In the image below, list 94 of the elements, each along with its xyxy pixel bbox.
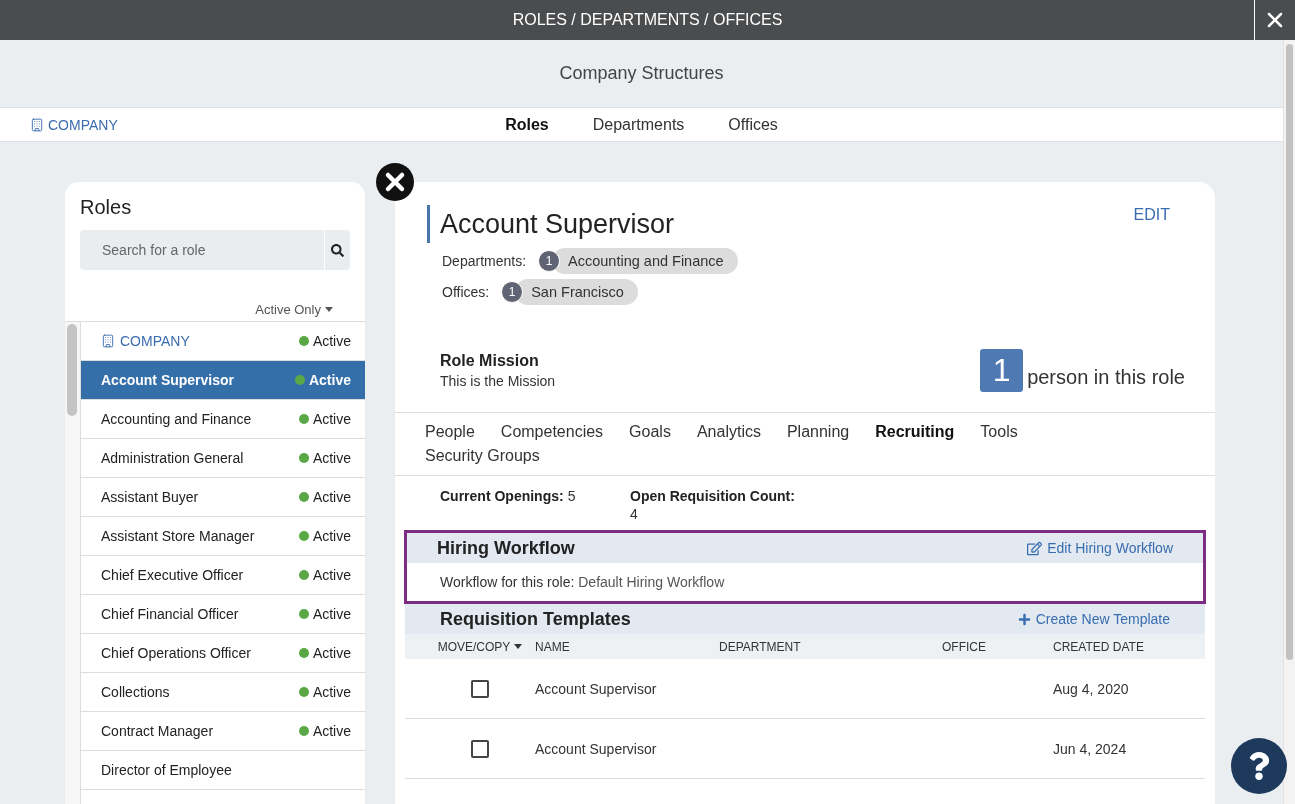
mission-label: Role Mission — [440, 352, 540, 370]
status-text: Active — [312, 723, 351, 739]
scrollbar-thumb[interactable] — [1286, 44, 1293, 660]
status-text: Active — [312, 567, 351, 583]
status-dot-icon — [298, 687, 309, 697]
edit-link[interactable]: EDIT — [1133, 206, 1170, 224]
role-name: Director of Employee — [101, 762, 233, 778]
status-dot-icon — [294, 375, 305, 385]
nav-tab[interactable]: Offices — [728, 115, 778, 134]
offices-label: Offices: — [442, 284, 490, 300]
nav-tab[interactable]: Roles — [505, 115, 549, 134]
stat-label: Current Openings: — [440, 488, 564, 506]
column-header: CREATED DATE — [1052, 639, 1145, 654]
status-dot-icon — [298, 531, 309, 541]
status-dot-icon — [298, 414, 309, 424]
section-title: Hiring Workflow — [437, 537, 575, 559]
stat-label: Open Requisition Count: — [630, 488, 795, 504]
building-icon — [30, 117, 44, 132]
status-text: Active — [308, 372, 351, 388]
status-dot-icon — [298, 570, 309, 580]
close-button[interactable] — [376, 163, 414, 201]
role-name: Assistant Store Manager — [101, 528, 256, 544]
role-name: Contract Manager — [101, 723, 215, 739]
status-text: Active — [312, 528, 351, 544]
section-tab[interactable]: Competencies — [500, 421, 604, 443]
status-text: Active — [312, 333, 351, 349]
status-dot-icon — [298, 492, 309, 502]
checkbox[interactable] — [471, 739, 489, 758]
count-badge: 1 — [538, 250, 561, 272]
status-dot-icon — [298, 453, 309, 463]
count-badge: 1 — [501, 281, 524, 303]
window-title: ROLES / DEPARTMENTS / OFFICES — [512, 11, 783, 29]
section-tab[interactable]: Analytics — [696, 421, 761, 443]
section-title: Requisition Templates — [440, 608, 631, 630]
caret-icon — [514, 644, 523, 649]
status-dot-icon — [298, 336, 309, 346]
column-header: NAME — [534, 639, 571, 654]
column-header: OFFICE — [941, 639, 987, 654]
workflow-text: Workflow for this role: Default Hiring Workflow — [439, 573, 726, 592]
section-tab[interactable]: Security Groups — [425, 445, 540, 467]
plus-icon — [1017, 612, 1031, 626]
stat-value: 5 — [567, 488, 576, 506]
section-tab[interactable]: Goals — [629, 421, 671, 443]
nav-tab[interactable]: Departments — [592, 115, 685, 134]
table-cell-text: Aug 4, 2020 — [1052, 680, 1130, 697]
table-cell-text: Account Supervisor — [534, 680, 658, 697]
search-icon — [331, 243, 344, 257]
role-name: Assistant Buyer — [101, 489, 200, 505]
status-text: Active — [312, 411, 351, 427]
checkbox[interactable] — [471, 679, 489, 698]
filter-dropdown[interactable]: Active Only — [255, 302, 333, 317]
caret-icon — [325, 307, 333, 312]
building-icon — [101, 334, 115, 348]
role-name: Administration General — [101, 450, 245, 466]
role-name: Chief Executive Officer — [101, 567, 245, 583]
departments-label: Departments: — [442, 253, 527, 269]
edit-workflow-link[interactable]: Edit Hiring Workflow — [1027, 540, 1173, 556]
role-name: Account Supervisor — [101, 372, 236, 388]
status-dot-icon — [298, 648, 309, 658]
role-list-item[interactable]: Account Supervisor Active — [81, 361, 365, 400]
column-header: DEPARTMENT — [718, 639, 802, 654]
column-menu[interactable]: MOVE/COPY — [437, 639, 523, 654]
stat-value: 4 — [630, 506, 638, 522]
section-tab[interactable]: Planning — [786, 421, 850, 443]
section-tab[interactable]: Recruiting — [875, 421, 955, 443]
company-name: COMPANY — [101, 333, 299, 349]
table-cell-text: Account Supervisor — [534, 740, 658, 757]
role-name: Chief Operations Officer — [101, 645, 252, 661]
page-title: Company Structures — [559, 63, 724, 84]
create-template-link[interactable]: Create New Template — [1017, 611, 1170, 627]
panel-title: Roles — [79, 195, 133, 220]
role-name: Accounting and Finance — [101, 411, 253, 427]
status-dot-icon — [298, 726, 309, 736]
status-text: Active — [312, 684, 351, 700]
edit-icon — [1027, 540, 1043, 556]
status-dot-icon — [298, 609, 309, 619]
status-text: Active — [312, 489, 351, 505]
company-link[interactable]: COMPANY — [30, 116, 118, 133]
help-button[interactable] — [1231, 738, 1287, 794]
role-title: Account Supervisor — [440, 208, 675, 241]
mission-text: This is the Mission — [440, 373, 556, 389]
scrollbar-thumb[interactable] — [67, 324, 77, 416]
role-name: Chief Financial Officer — [101, 606, 240, 622]
role-name: Collections — [101, 684, 171, 700]
section-tab[interactable]: People — [425, 421, 475, 443]
table-cell-text: Jun 4, 2024 — [1052, 740, 1128, 757]
people-label: person in this role — [1027, 365, 1185, 390]
people-count: 1 — [980, 349, 1024, 392]
search-button[interactable] — [325, 230, 350, 270]
status-text: Active — [312, 606, 351, 622]
section-tab[interactable]: Tools — [980, 421, 1018, 443]
status-text: Active — [312, 450, 351, 466]
search-field[interactable]: Search for a role — [80, 230, 324, 270]
status-text: Active — [312, 645, 351, 661]
